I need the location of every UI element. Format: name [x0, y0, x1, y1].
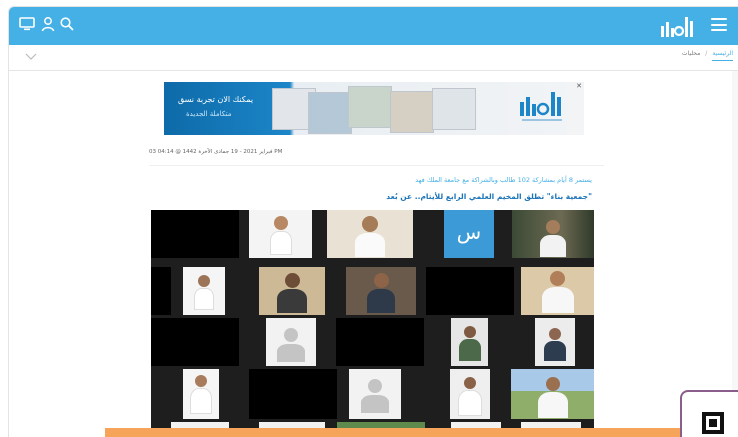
- breadcrumb: الرئيسية/محليات: [682, 50, 733, 61]
- participant: [269, 216, 292, 255]
- video-tile: [266, 318, 316, 366]
- ad-screenshots: [272, 86, 477, 134]
- participant: [277, 273, 307, 313]
- video-tile: [426, 267, 514, 315]
- user-icon[interactable]: [40, 16, 56, 32]
- site-logo[interactable]: [659, 13, 695, 39]
- video-tile: [249, 210, 312, 258]
- video-tile: [249, 369, 337, 419]
- chevron-down-icon[interactable]: [25, 53, 37, 61]
- search-icon[interactable]: [59, 16, 75, 32]
- video-tile: [451, 318, 488, 366]
- participant: [544, 328, 566, 361]
- participant: [540, 220, 566, 257]
- video-tile: [327, 210, 413, 258]
- top-navbar: [9, 7, 738, 45]
- video-tile: [346, 267, 416, 315]
- initial-letter: س: [456, 220, 482, 244]
- bottom-banner[interactable]: [105, 428, 680, 437]
- video-tile: [151, 267, 171, 315]
- video-tile: [349, 369, 401, 419]
- breadcrumb-current[interactable]: محليات: [682, 50, 700, 57]
- article-date: 03 فبراير 2021 - 19 جمادى الآخرة 1442 @ …: [149, 149, 283, 155]
- participant: [355, 216, 385, 257]
- video-tile: [183, 369, 219, 419]
- article-image[interactable]: س: [151, 210, 594, 437]
- qr-code-icon: [702, 412, 724, 434]
- video-tile: س: [444, 210, 494, 258]
- ad-banner[interactable]: يمكنك الان تجربة نسق متكاملة الجديدة ✕: [164, 82, 584, 135]
- article-subtitle: يستمر 8 أيام بمشاركة 102 طالب وبالشراكة …: [415, 176, 592, 184]
- participant: [541, 271, 574, 313]
- participant: [458, 326, 481, 361]
- divider: [149, 165, 604, 166]
- breadcrumb-home[interactable]: الرئيسية: [712, 50, 733, 61]
- participant: [458, 377, 482, 416]
- participant: [190, 375, 212, 414]
- video-tile: [511, 369, 594, 419]
- breadcrumb-bar: الرئيسية/محليات: [9, 45, 738, 71]
- ad-line-1: يمكنك الان تجربة نسق: [178, 95, 254, 104]
- participant: [367, 273, 395, 313]
- avatar-placeholder: [277, 328, 305, 362]
- video-tile: [521, 267, 594, 315]
- ad-close-icon[interactable]: ✕: [576, 82, 582, 90]
- ad-line-2: متكاملة الجديدة: [186, 110, 232, 118]
- app-frame: الرئيسية/محليات يمكنك الان تجربة نسق متك…: [8, 6, 738, 437]
- video-tile: [336, 318, 424, 366]
- menu-icon[interactable]: [711, 18, 727, 31]
- participant: [194, 275, 214, 310]
- video-tile: [183, 267, 225, 315]
- video-tile: [259, 267, 325, 315]
- video-tile: [512, 210, 594, 258]
- article-headline[interactable]: "جمعية بناء" تطلق المخيم العلمي الرابع ل…: [386, 192, 592, 201]
- participant: [537, 377, 568, 418]
- monitor-icon[interactable]: [19, 16, 35, 32]
- ad-logo: [520, 92, 562, 121]
- scrollbar[interactable]: [732, 71, 738, 437]
- qr-widget[interactable]: [680, 390, 738, 437]
- video-tile: [151, 210, 239, 258]
- video-tile: [450, 369, 490, 419]
- avatar-placeholder: [361, 379, 389, 413]
- video-tile: [535, 318, 575, 366]
- video-tile: [151, 318, 239, 366]
